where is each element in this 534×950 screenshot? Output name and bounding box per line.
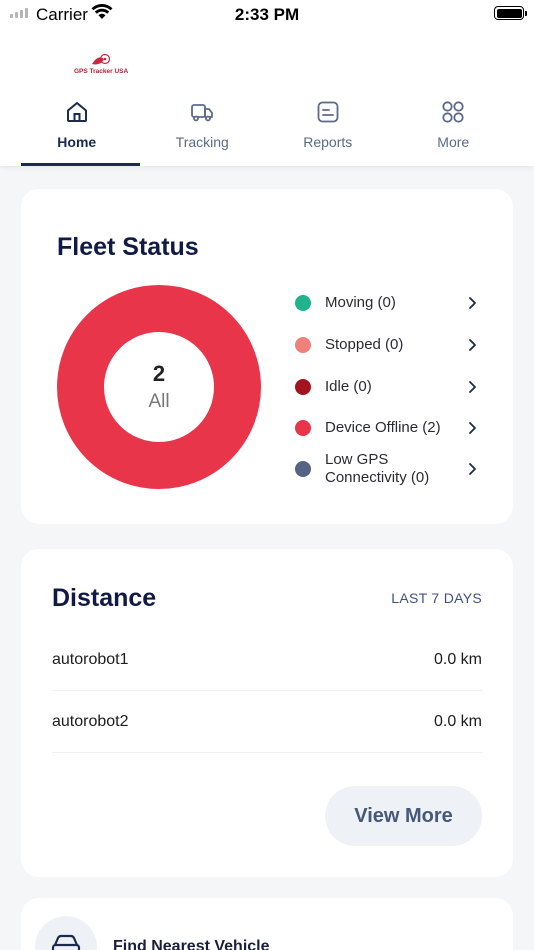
chevron-right-icon [469,297,476,309]
legend-item-offline[interactable]: Device Offline (2) [295,418,481,438]
view-more-button[interactable]: View More [325,786,482,846]
legend-dot-offline [295,420,311,436]
fleet-donut-chart[interactable] [56,284,262,490]
chevron-right-icon [469,463,476,475]
donut-total-label: All [148,391,170,412]
logo-text: GPS Tracker USA [74,68,129,75]
legend-item-moving[interactable]: Moving (0) [295,293,481,313]
car-icon [51,934,81,950]
legend-item-low-gps[interactable]: Low GPS Connectivity (0) [295,451,481,489]
legend-item-stopped[interactable]: Stopped (0) [295,335,481,355]
tab-home-label: Home [57,134,97,150]
donut-ring [57,285,261,489]
tab-home[interactable]: Home [14,92,140,166]
chevron-right-icon [469,339,476,351]
tab-reports[interactable]: Reports [265,92,391,166]
distance-range-selector[interactable]: LAST 7 DAYS [391,590,482,606]
distance-card: Distance LAST 7 DAYS autorobot1 0.0 km a… [21,549,513,877]
status-bar: Carrier 2:33 PM [0,0,534,30]
legend-label-low-gps: Low GPS Connectivity (0) [325,451,430,486]
legend-dot-low-gps [295,461,311,477]
find-nearest-vehicle-card[interactable]: Find Nearest Vehicle [21,898,513,950]
truck-icon [191,104,214,122]
top-nav: Home Tracking Reports More [0,92,534,166]
tab-more-label: More [437,134,470,150]
logo: GPS Tracker USA [74,52,134,80]
legend-label-moving: Moving (0) [325,294,396,311]
battery-icon [494,6,527,20]
legend-label-stopped: Stopped (0) [325,336,404,353]
legend-label-idle: Idle (0) [325,378,372,395]
donut-total-count: 2 [152,361,166,386]
home-icon [66,102,87,122]
grid-icon [442,101,464,123]
reports-icon [317,101,339,123]
legend-dot-moving [295,295,311,311]
find-nearest-vehicle-label: Find Nearest Vehicle [113,938,270,950]
fleet-status-title: Fleet Status [57,233,199,261]
vehicle-distance: 0.0 km [433,713,482,730]
chevron-right-icon [469,422,476,434]
table-row[interactable]: autorobot1 0.0 km [52,629,482,691]
legend-dot-stopped [295,337,311,353]
tab-reports-label: Reports [303,134,353,150]
tab-tracking[interactable]: Tracking [140,92,266,166]
legend-item-idle[interactable]: Idle (0) [295,377,481,397]
fleet-status-card: Fleet Status 2 All Moving (0) Stopped (0… [21,189,513,524]
distance-title: Distance [52,584,157,612]
table-row[interactable]: autorobot2 0.0 km [52,691,482,753]
tab-tracking-label: Tracking [175,134,229,150]
legend-dot-idle [295,379,311,395]
vehicle-name: autorobot1 [52,651,129,668]
car-icon-container [35,916,97,950]
vehicle-name: autorobot2 [52,713,129,730]
chevron-right-icon [469,381,476,393]
app-header: GPS Tracker USA Home Tracking Reports Mo… [0,30,534,166]
vehicle-distance: 0.0 km [433,651,482,668]
tab-more[interactable]: More [391,92,517,166]
clock: 2:33 PM [234,5,300,24]
legend-label-offline: Device Offline (2) [325,419,441,436]
